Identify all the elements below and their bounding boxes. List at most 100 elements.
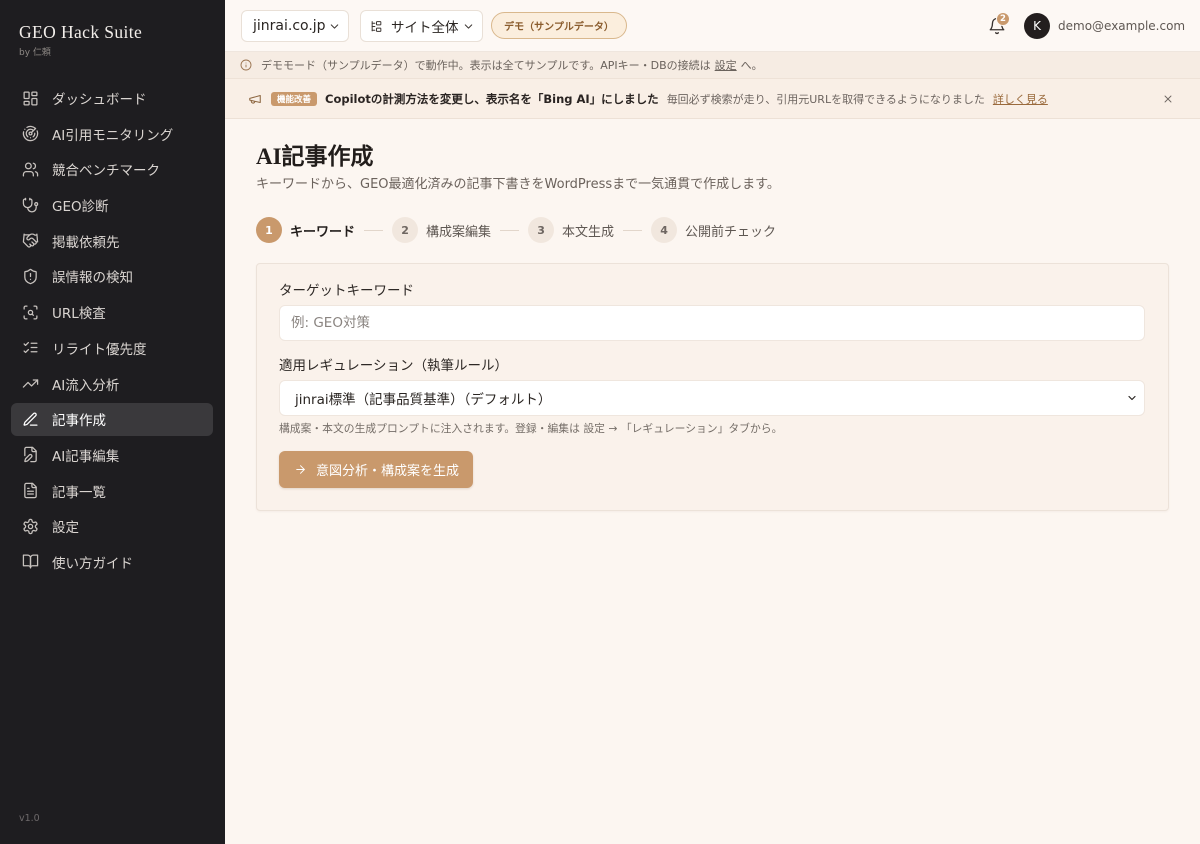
sidebar-item-label: ダッシュボード <box>52 92 147 108</box>
keyword-input[interactable] <box>279 305 1145 341</box>
step-label: キーワード <box>290 224 356 240</box>
sidebar-item-article-creation[interactable]: 記事作成 <box>11 402 213 436</box>
step-label: 本文生成 <box>562 224 615 240</box>
regulation-label: 適用レギュレーション（執筆ルール） <box>279 358 508 374</box>
sidebar-nav: ダッシュボード AI引用モニタリング 競合ベンチマーク GEO診断 掲載依頼先 … <box>11 82 213 579</box>
info-icon <box>240 59 252 71</box>
step-number: 4 <box>651 217 678 243</box>
scope-select[interactable]: サイト全体 <box>360 10 483 42</box>
shield-alert-icon <box>22 268 39 285</box>
announcement-tag: 機能改善 <box>271 91 318 106</box>
page-subtitle: キーワードから、GEO最適化済みの記事下書きをWordPressまで一気通貫で作… <box>256 177 780 192</box>
step-connector <box>364 229 384 231</box>
sidebar-item-label: AI引用モニタリング <box>52 127 174 144</box>
sidebar-item-competitor-benchmark[interactable]: 競合ベンチマーク <box>11 153 213 186</box>
demo-notice-bar: デモモード（サンプルデータ）で動作中。表示は全てサンプルです。APIキー・DBの… <box>225 52 1200 79</box>
site-tree-icon <box>370 20 383 33</box>
page-content: AI記事作成 キーワードから、GEO最適化済みの記事下書きをWordPressま… <box>256 119 1169 511</box>
chevron-down-icon <box>1126 392 1138 404</box>
sidebar-item-ai-citation-monitoring[interactable]: AI引用モニタリング <box>11 117 213 150</box>
trending-up-icon <box>22 375 39 392</box>
domain-select[interactable]: jinrai.co.jp <box>241 10 349 42</box>
sidebar-item-label: URL検査 <box>52 306 106 323</box>
step-outline-edit: 2 構成案編集 <box>392 217 491 243</box>
step-number: 3 <box>528 217 555 243</box>
regulation-select-value: jinrai標準（記事品質基準）（デフォルト） <box>295 392 552 408</box>
step-body-generation: 3 本文生成 <box>528 217 614 243</box>
close-icon[interactable] <box>1162 93 1174 105</box>
sidebar-item-settings[interactable]: 設定 <box>11 510 213 543</box>
radar-icon <box>22 125 39 142</box>
stepper: 1 キーワード 2 構成案編集 3 本文生成 4 公開前チェック <box>256 217 1169 243</box>
demo-mode-badge: デモ（サンプルデータ） <box>491 12 627 39</box>
book-open-icon <box>22 553 39 570</box>
step-keyword: 1 キーワード <box>256 217 355 243</box>
app-byline: by 仁頼 <box>19 48 51 58</box>
scan-search-icon <box>22 304 39 321</box>
sidebar-item-dashboard[interactable]: ダッシュボード <box>11 82 213 115</box>
sidebar-item-label: 使い方ガイド <box>52 555 133 572</box>
step-connector <box>623 229 643 231</box>
generate-outline-button[interactable]: 意図分析・構成案を生成 <box>279 451 474 488</box>
user-email[interactable]: demo@example.com <box>1058 18 1185 34</box>
chevron-down-icon <box>462 20 475 33</box>
list-checks-icon <box>22 339 39 356</box>
notification-count-badge[interactable]: 2 <box>996 12 1010 26</box>
sidebar-item-label: 記事一覧 <box>52 484 106 501</box>
scope-select-value: サイト全体 <box>391 20 459 36</box>
keyword-form-card: ターゲットキーワード 適用レギュレーション（執筆ルール） jinrai標準（記事… <box>256 263 1169 511</box>
demo-notice-text: デモモード（サンプルデータ）で動作中。表示は全てサンプルです。APIキー・DBの… <box>261 59 711 72</box>
sidebar-item-label: 掲載依頼先 <box>52 234 120 251</box>
sidebar-item-misinformation-detection[interactable]: 誤情報の検知 <box>11 260 213 293</box>
sidebar-item-label: 誤情報の検知 <box>52 270 133 287</box>
sidebar-item-ai-article-editing[interactable]: AI記事編集 <box>11 438 213 471</box>
sidebar-item-label: AI記事編集 <box>52 448 120 465</box>
sidebar-item-url-inspection[interactable]: URL検査 <box>11 296 213 329</box>
sidebar-item-ai-traffic-analysis[interactable]: AI流入分析 <box>11 367 213 400</box>
sidebar-item-label: 記事作成 <box>52 413 106 430</box>
settings-icon <box>22 518 39 535</box>
domain-select-value: jinrai.co.jp <box>253 18 326 34</box>
sidebar-item-outreach-targets[interactable]: 掲載依頼先 <box>11 224 213 257</box>
megaphone-icon <box>248 92 262 106</box>
announcement-bar: 機能改善 Copilotの計測方法を変更し、表示名を「Bing AI」にしました… <box>225 79 1200 119</box>
regulation-help-text: 構成案・本文の生成プロンプトに注入されます。登録・編集は 設定 → 「レギュレー… <box>279 422 783 435</box>
announcement-detail: 毎回必ず検索が走り、引用元URLを取得できるようになりました <box>666 92 985 106</box>
handshake-icon <box>22 232 39 249</box>
file-text-icon <box>22 482 39 499</box>
app-version: v1.0 <box>19 813 40 824</box>
step-number: 2 <box>392 217 419 243</box>
sidebar-item-label: リライト優先度 <box>52 341 147 358</box>
sidebar-item-user-guide[interactable]: 使い方ガイド <box>11 545 213 578</box>
sidebar-item-label: 設定 <box>52 520 79 537</box>
sidebar-item-label: AI流入分析 <box>52 377 120 394</box>
step-prepublish-check: 4 公開前チェック <box>651 217 776 243</box>
step-connector <box>500 229 520 231</box>
main-area: jinrai.co.jp サイト全体 デモ（サンプルデータ） 2 K demo@… <box>225 0 1200 844</box>
announcement-details-link[interactable]: 詳しく見る <box>993 91 1048 107</box>
users-icon <box>22 161 39 178</box>
demo-notice-suffix: へ。 <box>740 59 763 72</box>
chevron-down-icon <box>328 20 341 33</box>
sidebar-item-label: GEO診断 <box>52 199 109 216</box>
file-pen-icon <box>22 446 39 463</box>
sidebar: GEO Hack Suite by 仁頼 ダッシュボード AI引用モニタリング … <box>0 0 225 844</box>
sidebar-item-label: 競合ベンチマーク <box>52 163 160 180</box>
app-title[interactable]: GEO Hack Suite <box>19 21 142 43</box>
step-number: 1 <box>256 217 282 243</box>
step-label: 公開前チェック <box>685 224 777 240</box>
generate-outline-button-label: 意図分析・構成案を生成 <box>316 464 460 479</box>
sidebar-item-geo-diagnosis[interactable]: GEO診断 <box>11 189 213 222</box>
arrow-right-icon <box>294 463 307 476</box>
settings-link[interactable]: 設定 <box>715 57 737 73</box>
regulation-select[interactable]: jinrai標準（記事品質基準）（デフォルト） <box>279 380 1145 416</box>
topbar: jinrai.co.jp サイト全体 デモ（サンプルデータ） 2 K demo@… <box>225 0 1200 52</box>
avatar[interactable]: K <box>1024 13 1050 39</box>
sidebar-item-rewrite-priority[interactable]: リライト優先度 <box>11 331 213 364</box>
keyword-label: ターゲットキーワード <box>279 283 414 299</box>
sidebar-item-article-list[interactable]: 記事一覧 <box>11 474 213 507</box>
stethoscope-icon <box>22 197 39 214</box>
step-label: 構成案編集 <box>426 224 492 240</box>
layout-dashboard-icon <box>22 90 39 107</box>
page-title: AI記事作成 <box>256 144 374 169</box>
